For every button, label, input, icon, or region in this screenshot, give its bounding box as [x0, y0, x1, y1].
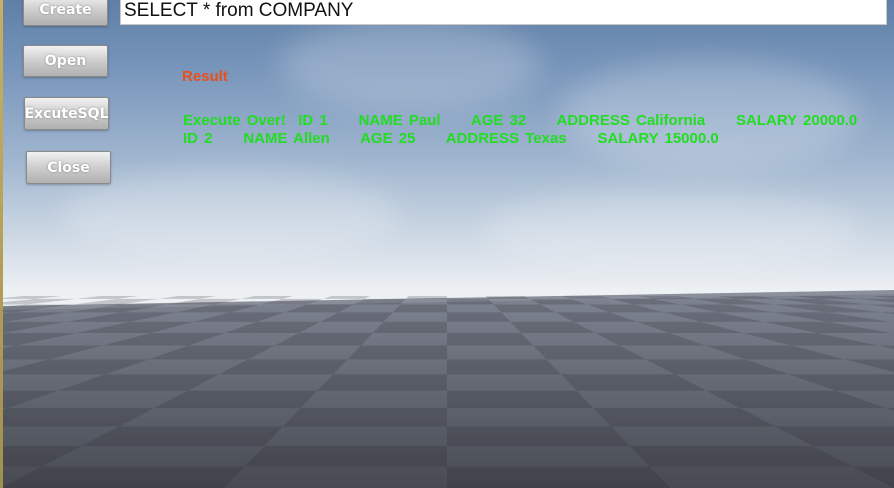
- result-label: Result: [182, 68, 228, 85]
- floor-tile: [0, 466, 245, 488]
- floor-tile: [447, 466, 671, 488]
- checkered-floor: [0, 290, 894, 488]
- execute-sql-button[interactable]: ExcuteSQL: [24, 97, 109, 130]
- viewport-left-edge: [0, 0, 3, 488]
- viewport-scene: Create Open ExcuteSQL Close Result Execu…: [0, 0, 894, 488]
- sql-query-input[interactable]: [120, 0, 887, 25]
- floor-tile: [447, 332, 534, 346]
- floor-tile: [447, 426, 630, 447]
- floor-tile: [240, 296, 293, 299]
- floor-tile: [447, 390, 594, 409]
- floor-tile: [158, 296, 216, 299]
- floor-tile: [0, 296, 62, 299]
- floor-tile: [372, 321, 447, 333]
- floor-tile: [282, 408, 447, 427]
- floor-tile: [447, 359, 561, 375]
- floor-tile: [323, 296, 370, 299]
- floor-tile: [0, 298, 77, 305]
- floor-tile: [347, 345, 447, 360]
- close-button[interactable]: Close: [26, 151, 111, 184]
- floor-tile: [244, 446, 447, 467]
- floor-tile: [317, 374, 447, 391]
- floor-tile: [76, 296, 139, 299]
- open-button[interactable]: Open: [23, 45, 108, 77]
- create-button[interactable]: Create: [23, 0, 108, 26]
- floor-tile: [447, 312, 511, 322]
- result-output-text: Execute Over! ID 1 NAME Paul AGE 32 ADDR…: [183, 112, 889, 147]
- floor-tile: [392, 304, 447, 313]
